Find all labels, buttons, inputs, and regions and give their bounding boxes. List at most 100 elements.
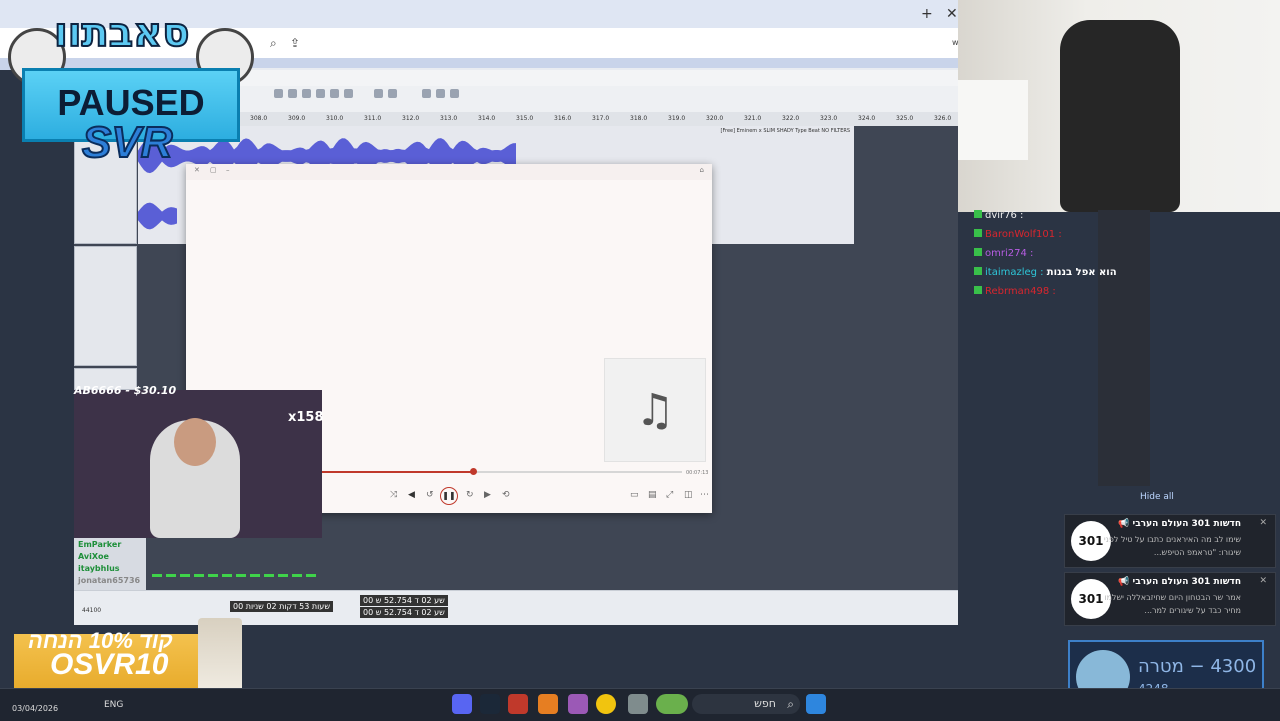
ruler-tick: 319.0 — [668, 115, 686, 122]
app-purple-icon[interactable] — [568, 694, 588, 714]
more-icon[interactable]: ⋯ — [700, 490, 709, 500]
notification-title: חדשות 301 העולם הערבי 📢 — [1118, 519, 1241, 529]
tool-play-icon[interactable] — [344, 89, 353, 98]
webcam-chair — [1060, 20, 1180, 212]
close-icon[interactable]: ✕ — [1259, 576, 1267, 586]
track-control-panel-2[interactable] — [74, 246, 137, 366]
app-orange-icon[interactable] — [538, 694, 558, 714]
ruler-tick: 309.0 — [288, 115, 306, 122]
ruler-tick: 321.0 — [744, 115, 762, 122]
chat-message: BaronWolf101 : — [974, 229, 1062, 240]
kick-badge-icon — [974, 248, 982, 256]
tool-cut-icon[interactable] — [422, 89, 431, 98]
ruler-tick: 308.0 — [250, 115, 268, 122]
ruler-tick: 318.0 — [630, 115, 648, 122]
notification-card[interactable]: 301 חדשות 301 העולם הערבי 📢 שימו לב מה ה… — [1064, 514, 1276, 568]
chat-username[interactable]: omri274 : — [985, 248, 1033, 259]
donation-label: AB6666 - $30.10 — [74, 384, 177, 397]
chat-username[interactable]: BaronWolf101 : — [985, 229, 1062, 240]
kick-badge-icon — [974, 267, 982, 275]
meter-dash — [166, 574, 176, 577]
chat-message: dvir76 : — [974, 210, 1023, 221]
brand-text: SVR — [81, 117, 173, 168]
ruler-tick: 314.0 — [478, 115, 496, 122]
chat-sidebar — [1098, 210, 1150, 486]
miniplayer-icon[interactable]: ▭ — [630, 490, 639, 500]
webcam-bed — [958, 80, 1028, 160]
forward-icon[interactable]: ↻ — [466, 490, 474, 500]
close-window-button[interactable]: ✕ — [946, 6, 958, 22]
widgets-icon[interactable] — [656, 694, 688, 714]
player-max-icon[interactable]: ▢ — [210, 166, 217, 174]
close-icon[interactable]: ✕ — [1259, 518, 1267, 528]
taskbar-search[interactable]: חפש ⌕ — [692, 694, 800, 714]
meter-dash — [250, 574, 260, 577]
time-selection-end[interactable]: 00 שע 02 ד 52.754 ש — [360, 607, 448, 618]
tool-copy-icon[interactable] — [436, 89, 445, 98]
chat-message: itaimazleg : הוא אפל בננות — [974, 267, 1117, 278]
tool-paste-icon[interactable] — [450, 89, 459, 98]
kick-badge-icon — [974, 210, 982, 218]
time-selection-start[interactable]: 00 שע 02 ד 52.754 ש — [360, 595, 448, 606]
next-icon[interactable]: ▶ — [484, 490, 491, 500]
fullscreen-icon[interactable]: ⤢ — [666, 490, 673, 500]
player-min-icon[interactable]: – — [226, 166, 230, 174]
volume-icon[interactable]: ◫ — [684, 490, 693, 500]
repeat-icon[interactable]: ⟲ — [502, 490, 510, 500]
time-audio-position[interactable]: 00 שעות 53 דקות 02 שניות — [230, 601, 333, 612]
pause-button[interactable]: ❚❚ — [440, 487, 458, 505]
tool-undo-icon[interactable] — [374, 89, 383, 98]
share-icon[interactable]: ⇪ — [290, 36, 300, 50]
tool-zoom-icon[interactable] — [302, 89, 311, 98]
discord-icon[interactable] — [452, 694, 472, 714]
tool-envelope-icon[interactable] — [288, 89, 297, 98]
notification-card[interactable]: 301 חדשות 301 העולם הערבי 📢 אמר שר הבטחו… — [1064, 572, 1276, 626]
meter-dash — [236, 574, 246, 577]
player-home-icon[interactable]: ⌂ — [700, 166, 704, 174]
time-remaining: 00:07:13 — [686, 470, 709, 476]
ruler-tick: 326.0 — [934, 115, 952, 122]
ruler-tick: 315.0 — [516, 115, 534, 122]
chat-username[interactable]: itaimazleg : — [985, 267, 1047, 278]
ruler-tick: 325.0 — [896, 115, 914, 122]
meter-dash — [222, 574, 232, 577]
new-tab-button[interactable]: + — [921, 6, 933, 22]
tool-select-icon[interactable] — [274, 89, 283, 98]
meter-dash — [208, 574, 218, 577]
search-icon[interactable]: ⌕ — [270, 36, 277, 51]
notification-body: שימו לב מה האיראנים כתבו על טיל לפני שיג… — [1103, 535, 1241, 557]
ruler-tick: 313.0 — [440, 115, 458, 122]
sub-name: AviXoe — [78, 552, 109, 561]
rewind-icon[interactable]: ↺ — [426, 490, 434, 500]
tool-redo-icon[interactable] — [388, 89, 397, 98]
chat-username[interactable]: Rebrman498 : — [985, 286, 1056, 297]
file-explorer-icon[interactable] — [628, 694, 648, 714]
project-rate[interactable]: 44100 — [82, 607, 101, 614]
chrome-icon[interactable] — [596, 694, 616, 714]
chat-message: omri274 : — [974, 248, 1033, 259]
chat-text: הוא אפל בננות — [1046, 267, 1117, 278]
tool-fit-icon[interactable] — [330, 89, 339, 98]
taskbar-language[interactable]: ENG — [104, 700, 123, 710]
sub-name: jonatan65736 — [78, 576, 141, 585]
player-close-icon[interactable]: ✕ — [194, 166, 200, 174]
hide-all-link[interactable]: Hide all — [1140, 492, 1174, 502]
meter-dash — [306, 574, 316, 577]
windows-start-icon[interactable] — [806, 694, 826, 714]
chat-username[interactable]: dvir76 : — [985, 210, 1023, 221]
steam-icon[interactable] — [480, 694, 500, 714]
sub-name: EmParker — [78, 540, 122, 549]
ruler-tick: 322.0 — [782, 115, 800, 122]
channel-logo: סאבתוו — [53, 9, 190, 57]
goal-title: 4300 − מטרה — [1138, 656, 1257, 677]
app-red-icon[interactable] — [508, 694, 528, 714]
multiplier-badge: x158 — [288, 410, 324, 425]
ruler-ticks: 308.0 309.0 310.0 311.0 312.0 313.0 314.0 315.0… — [240, 112, 958, 126]
tool-zoom-out-icon[interactable] — [316, 89, 325, 98]
chat-message: Rebrman498 : — [974, 286, 1056, 297]
shuffle-icon[interactable]: ⤨ — [390, 490, 397, 500]
cast-icon[interactable]: ▤ — [648, 490, 657, 500]
meter-dash — [194, 574, 204, 577]
kick-badge-icon — [974, 286, 982, 294]
previous-icon[interactable]: ◀ — [408, 490, 415, 500]
